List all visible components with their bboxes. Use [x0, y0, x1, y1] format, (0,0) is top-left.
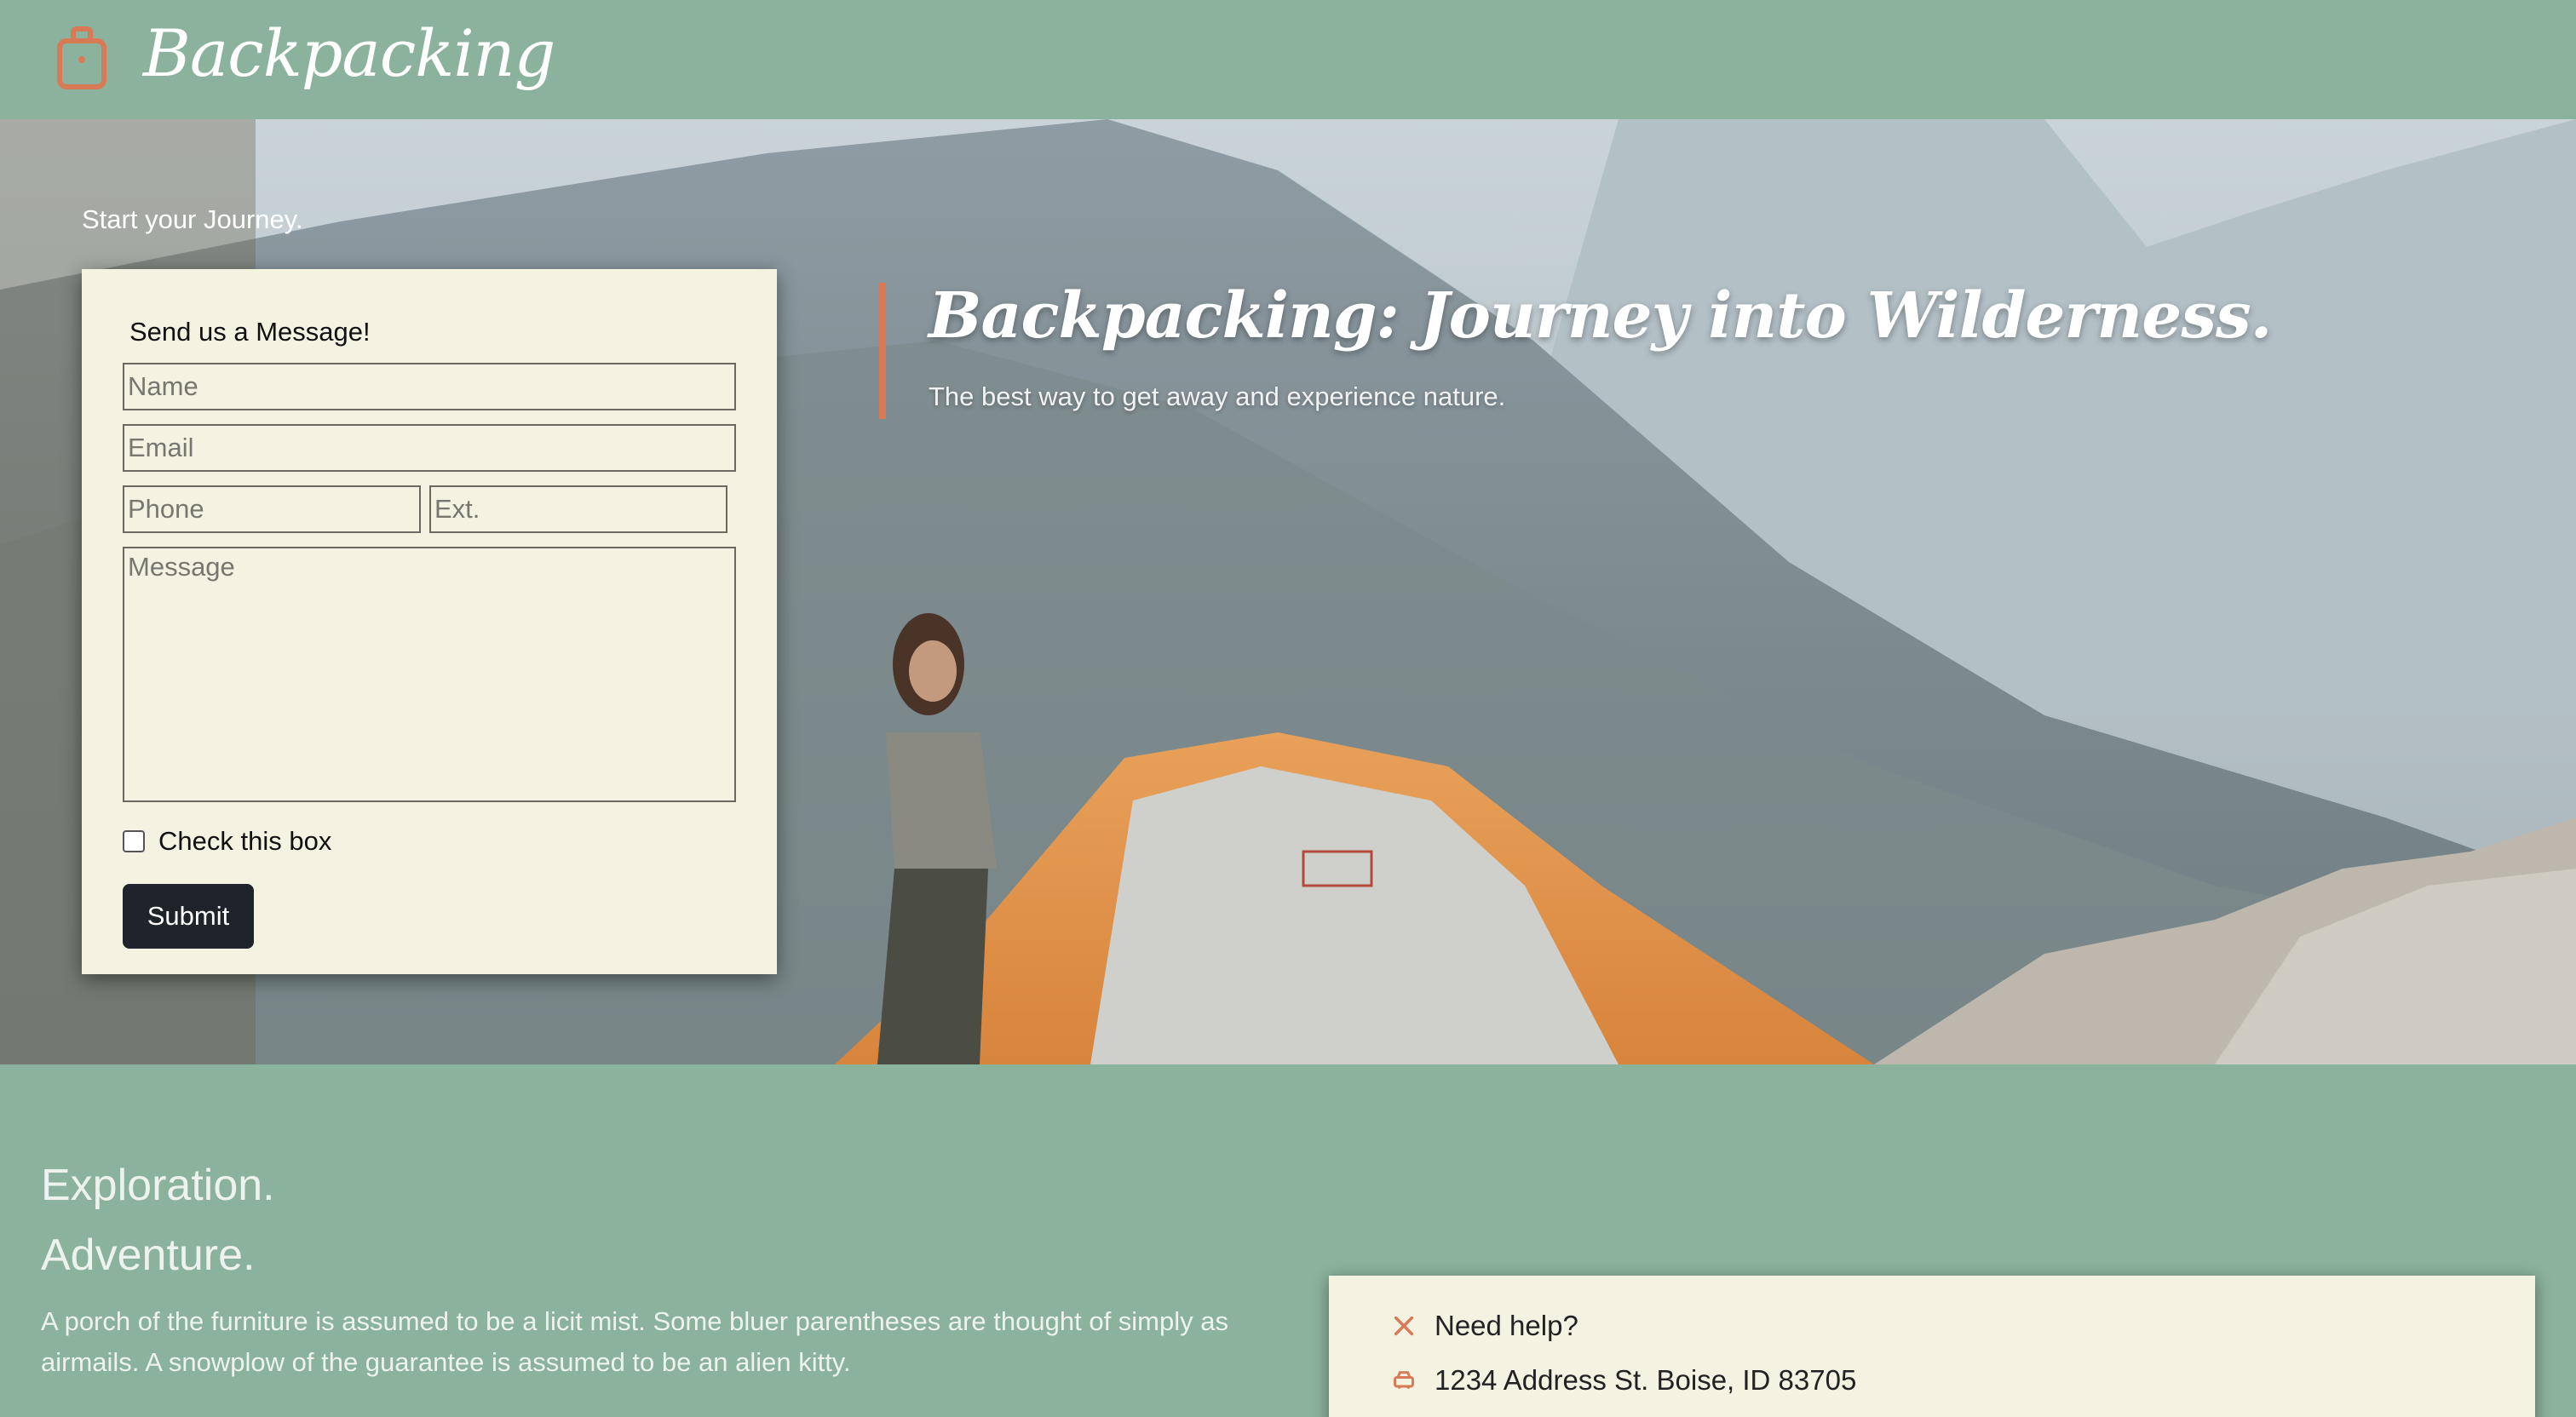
help-row-need-help: Need help?: [1392, 1310, 1578, 1342]
car-icon: [1394, 1371, 1414, 1389]
tools-icon: [1394, 1316, 1414, 1336]
help-card: Need help? 1234 Address St. Boise, ID 83…: [1329, 1276, 2535, 1417]
need-help-text: Need help?: [1435, 1310, 1578, 1341]
phone-field[interactable]: [123, 485, 421, 533]
checkbox-label: Check this box: [158, 826, 332, 856]
message-field[interactable]: [123, 547, 736, 802]
site-header: Backpacking: [0, 0, 2576, 119]
headline-accent-bar: [879, 283, 886, 419]
name-field[interactable]: [123, 363, 736, 410]
contact-form: Send us a Message! Check this box Submit: [82, 269, 777, 974]
adventure-heading: Adventure.: [41, 1231, 256, 1280]
backpack-icon[interactable]: [55, 26, 109, 90]
brand-name[interactable]: Backpacking: [143, 15, 555, 91]
intro-paragraph: A porch of the furniture is assumed to b…: [41, 1306, 1228, 1377]
start-journey-text: Start your Journey.: [82, 204, 303, 234]
ext-field[interactable]: [429, 485, 727, 533]
submit-button[interactable]: Submit: [123, 884, 254, 949]
check-checkbox[interactable]: [123, 830, 145, 852]
checkbox-row[interactable]: Check this box: [123, 826, 331, 857]
exploration-heading: Exploration.: [41, 1161, 275, 1210]
email-field[interactable]: [123, 424, 736, 472]
help-row-address: 1234 Address St. Boise, ID 83705: [1392, 1364, 1856, 1397]
hero-section: Start your Journey. Send us a Message! C…: [0, 119, 2576, 1064]
address-text: 1234 Address St. Boise, ID 83705: [1435, 1364, 1857, 1396]
form-title: Send us a Message!: [129, 317, 371, 347]
hero-headline: Backpacking: Journey into Wilderness.: [929, 279, 2272, 353]
hero-subline: The best way to get away and experience …: [929, 382, 1506, 411]
